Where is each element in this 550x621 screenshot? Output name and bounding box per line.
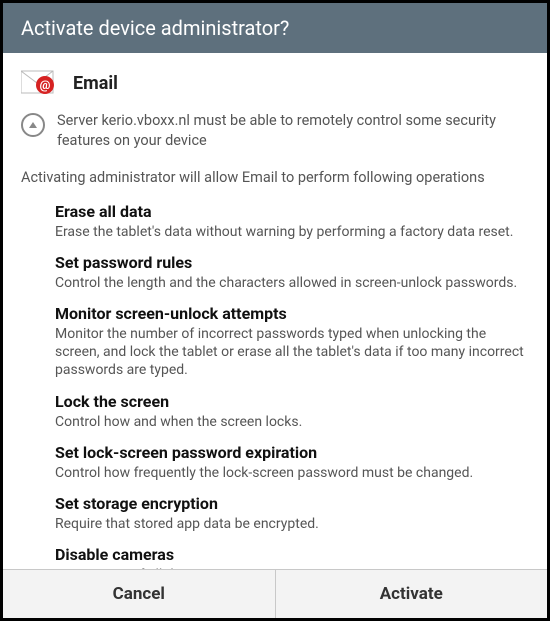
- permission-item: Erase all dataErase the tablet's data wi…: [55, 202, 529, 241]
- permission-item: Disable camerasPrevent use of all device…: [55, 545, 529, 569]
- permission-title: Disable cameras: [55, 545, 529, 565]
- permission-title: Monitor screen-unlock attempts: [55, 304, 529, 324]
- app-header: @ Email: [21, 69, 529, 97]
- app-name: Email: [73, 73, 118, 94]
- permission-item: Set storage encryptionRequire that store…: [55, 494, 529, 533]
- permissions-list: Erase all dataErase the tablet's data wi…: [21, 202, 529, 569]
- permission-desc: Require that stored app data be encrypte…: [55, 515, 529, 533]
- cancel-button[interactable]: Cancel: [3, 570, 275, 618]
- dialog-content: @ Email Server kerio.vboxx.nl must be ab…: [3, 53, 547, 569]
- permission-title: Erase all data: [55, 202, 529, 222]
- permission-title: Set password rules: [55, 253, 529, 273]
- permission-desc: Erase the tablet's data without warning …: [55, 223, 529, 241]
- permission-desc: Monitor the number of incorrect password…: [55, 325, 529, 380]
- permission-item: Set password rulesControl the length and…: [55, 253, 529, 292]
- permission-title: Set lock-screen password expiration: [55, 443, 529, 463]
- dialog-title: Activate device administrator?: [3, 3, 547, 53]
- server-notice: Server kerio.vboxx.nl must be able to re…: [57, 111, 529, 150]
- permission-desc: Control how and when the screen locks.: [55, 413, 529, 431]
- svg-text:@: @: [40, 78, 51, 92]
- permission-item: Set lock-screen password expirationContr…: [55, 443, 529, 482]
- activate-button[interactable]: Activate: [275, 570, 548, 618]
- permission-desc: Control how frequently the lock-screen p…: [55, 464, 529, 482]
- permission-item: Monitor screen-unlock attemptsMonitor th…: [55, 304, 529, 380]
- permission-title: Set storage encryption: [55, 494, 529, 514]
- intro-text: Activating administrator will allow Emai…: [21, 168, 529, 188]
- permission-item: Lock the screenControl how and when the …: [55, 392, 529, 431]
- button-bar: Cancel Activate: [3, 569, 547, 618]
- permission-title: Lock the screen: [55, 392, 529, 412]
- email-icon: @: [21, 69, 57, 97]
- permission-desc: Control the length and the characters al…: [55, 274, 529, 292]
- server-notice-row[interactable]: Server kerio.vboxx.nl must be able to re…: [21, 111, 529, 150]
- chevron-up-icon: [21, 113, 45, 137]
